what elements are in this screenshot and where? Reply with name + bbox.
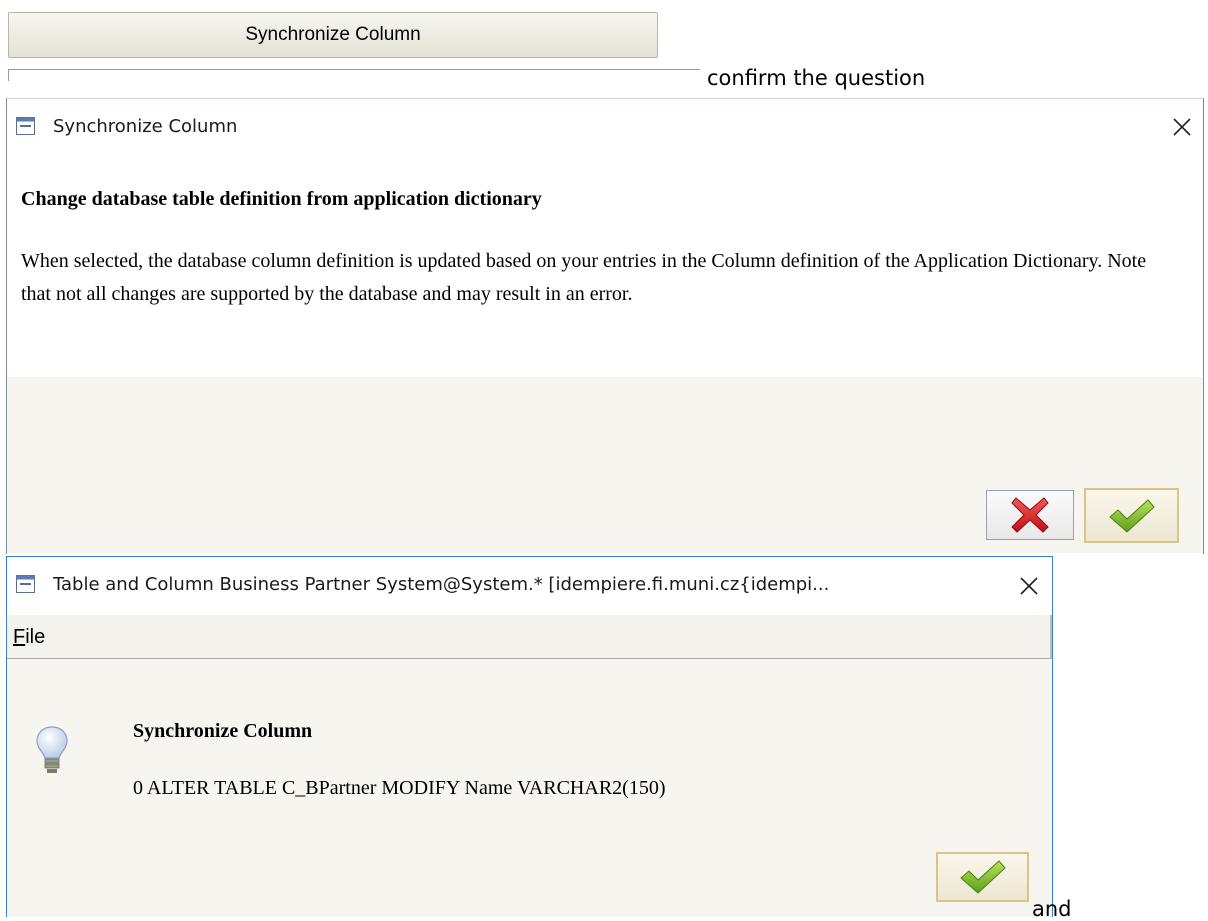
green-check-icon	[1108, 498, 1155, 533]
dialog-body-text: When selected, the database column defin…	[21, 250, 1147, 305]
menu-file[interactable]: File	[13, 626, 45, 649]
dialog-title: Synchronize Column	[53, 116, 238, 137]
menu-bar: File	[7, 615, 1052, 659]
instruction-note-confirm: confirm the question	[707, 66, 926, 90]
dialog-heading: Change database table definition from ap…	[21, 188, 542, 210]
menu-file-rest: ile	[25, 626, 46, 648]
result-window: Table and Column Business Partner System…	[6, 556, 1053, 917]
confirm-dialog: Synchronize Column Change database table…	[6, 98, 1204, 554]
window-icon	[16, 575, 35, 593]
green-check-icon	[959, 860, 1006, 894]
menu-file-mnemonic: F	[13, 626, 26, 648]
synchronize-column-button[interactable]: Synchronize Column	[8, 12, 658, 58]
window-titlebar: Table and Column Business Partner System…	[7, 557, 1052, 615]
close-icon[interactable]	[1016, 573, 1042, 599]
lightbulb-icon	[36, 726, 68, 773]
ok-button[interactable]	[936, 852, 1029, 902]
ok-button[interactable]	[1084, 488, 1179, 543]
dialog-titlebar: Synchronize Column	[7, 99, 1203, 155]
window-icon	[16, 117, 35, 135]
cancel-button[interactable]	[986, 490, 1074, 540]
message-body: 0 ALTER TABLE C_BPartner MODIFY Name VAR…	[133, 777, 666, 799]
window-title: Table and Column Business Partner System…	[53, 574, 830, 595]
red-x-icon	[1011, 497, 1049, 533]
instruction-note-and: and	[1032, 897, 1072, 921]
close-icon[interactable]	[1169, 114, 1195, 140]
message-title: Synchronize Column	[133, 720, 313, 742]
form-field-outline	[8, 69, 700, 81]
